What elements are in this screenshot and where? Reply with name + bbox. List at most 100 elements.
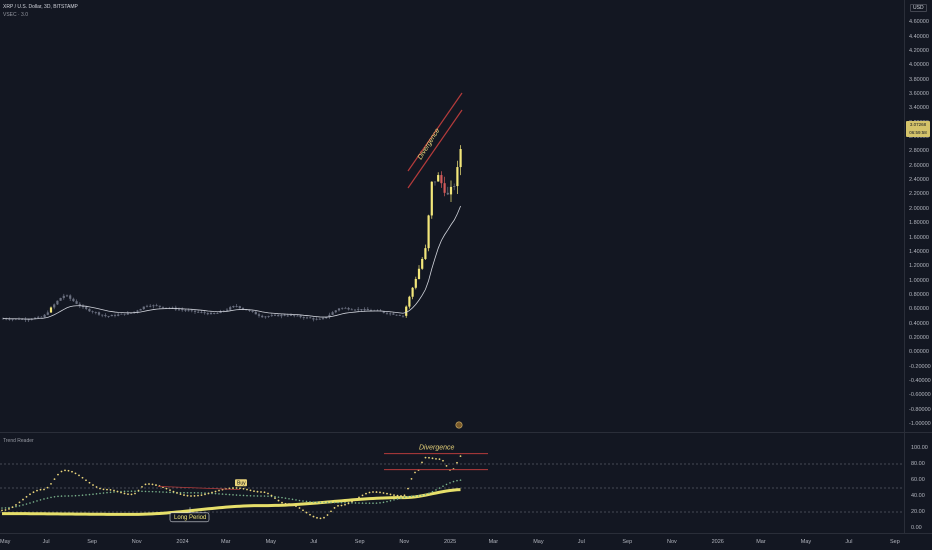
indicator-legend: VSEC · 3.0 [3, 12, 29, 18]
yellow-dot [22, 498, 24, 501]
indicator-axis[interactable]: 100.00 80.00 60.00 40.00 20.00 0.00 [904, 433, 932, 533]
indicator-chart-svg[interactable]: Divergence Buy Long Period [0, 433, 904, 533]
green-dot [225, 493, 227, 496]
time-axis[interactable]: May Jul Sep Nov 2024 Mar May Jul Sep Nov 2025 Mar Ma… [0, 533, 932, 550]
indicator-pane[interactable]: Divergence Buy Long Period Trend Reader [0, 433, 904, 533]
resistance-line [157, 486, 241, 490]
green-dot [71, 495, 73, 497]
yellow-dot [253, 490, 255, 493]
yellow-dot [36, 489, 38, 492]
yellow-dot [267, 492, 269, 495]
green-dot [165, 491, 168, 493]
yellow-dot [256, 490, 259, 493]
yellow-dot [284, 502, 287, 505]
yellow-dot [85, 479, 87, 482]
price-axis[interactable]: 4.60000 4.40000 4.20000 4.00000 3.80000 3.600… [904, 0, 932, 432]
candle-body [296, 315, 299, 317]
candle-body [414, 278, 417, 288]
candle-body [46, 312, 49, 315]
price-chart-svg[interactable]: Divergence [0, 0, 904, 432]
price-axis-label: 4.60000 [909, 19, 929, 26]
green-dot [424, 493, 427, 496]
price-axis-label: 1.60000 [909, 234, 929, 241]
candle-body [232, 306, 235, 308]
yellow-dot [270, 494, 273, 497]
green-dot [130, 490, 133, 493]
yellow-dot [337, 504, 339, 507]
candle-body [440, 175, 443, 184]
price-chart-pane[interactable]: Divergence XRP / U.S. Dollar, 3D, BITSTA… [0, 0, 904, 432]
green-dot [95, 493, 98, 495]
currency-button[interactable]: USD [910, 4, 927, 12]
yellow-dot [281, 501, 283, 504]
yellow-dot [442, 459, 444, 462]
yellow-dot [410, 478, 413, 480]
time-axis-label: Nov [399, 539, 410, 545]
green-dot [242, 494, 245, 497]
candle-body [136, 310, 139, 312]
yellow-dot [260, 491, 262, 493]
yellow-dot [372, 491, 374, 493]
candle-body [181, 309, 184, 311]
yellow-dot [39, 488, 42, 491]
candle-body [385, 312, 389, 314]
green-dot [386, 500, 388, 503]
candle-body [62, 295, 65, 298]
candle-body [94, 312, 97, 313]
indicator-axis-label: 20.00 [911, 509, 925, 515]
yellow-dot [25, 495, 28, 498]
candle-body [190, 310, 193, 312]
yellow-dot [172, 490, 175, 493]
candle-body [152, 305, 155, 307]
time-axis-label: May [800, 539, 812, 545]
moving-average-line [2, 205, 461, 320]
green-dot [435, 489, 437, 491]
yellow-dot [295, 505, 297, 507]
candle-body [123, 313, 126, 315]
yellow-dot [193, 495, 196, 497]
yellow-dot [141, 485, 143, 488]
candle-body [149, 305, 152, 307]
yellow-dot [144, 483, 147, 486]
yellow-dot [330, 510, 332, 513]
yellow-dot [95, 486, 98, 488]
green-dot [456, 479, 458, 482]
long-period-line [1, 488, 461, 516]
candle-body [238, 306, 241, 309]
time-axis-label: Jul [845, 539, 853, 545]
yellow-dot [169, 489, 171, 492]
candle-body [446, 192, 449, 195]
candle-body [299, 315, 302, 318]
price-axis-label: 1.20000 [909, 263, 929, 270]
green-dot [158, 491, 161, 493]
yellow-dot [109, 488, 112, 491]
green-dot [218, 493, 220, 495]
green-dot [284, 497, 287, 499]
green-dot [81, 494, 84, 497]
candle-body [344, 307, 347, 309]
green-dot [57, 495, 59, 498]
yellow-dot [277, 499, 280, 502]
yellow-dot [134, 492, 136, 495]
candle-body [315, 318, 318, 320]
green-dot [74, 494, 77, 497]
green-dot [183, 491, 185, 494]
yellow-dot [32, 491, 35, 494]
candle-body [318, 318, 321, 320]
candle-body [206, 313, 209, 315]
candle-body [459, 149, 462, 168]
price-axis-label: -0.60000 [909, 392, 931, 399]
green-dot [1, 507, 3, 509]
green-dot [277, 496, 280, 498]
channel-lower-line [407, 109, 463, 189]
yellow-dot [211, 491, 213, 494]
green-dot [452, 480, 455, 483]
candle-body [283, 314, 286, 316]
candle-body [117, 314, 120, 316]
indicator-axis-label: 40.00 [911, 493, 925, 499]
time-axis-label: Mar [488, 539, 499, 545]
yellow-dot [176, 492, 178, 494]
green-dot [302, 500, 304, 502]
green-dot [232, 494, 234, 496]
green-dot [228, 493, 231, 496]
